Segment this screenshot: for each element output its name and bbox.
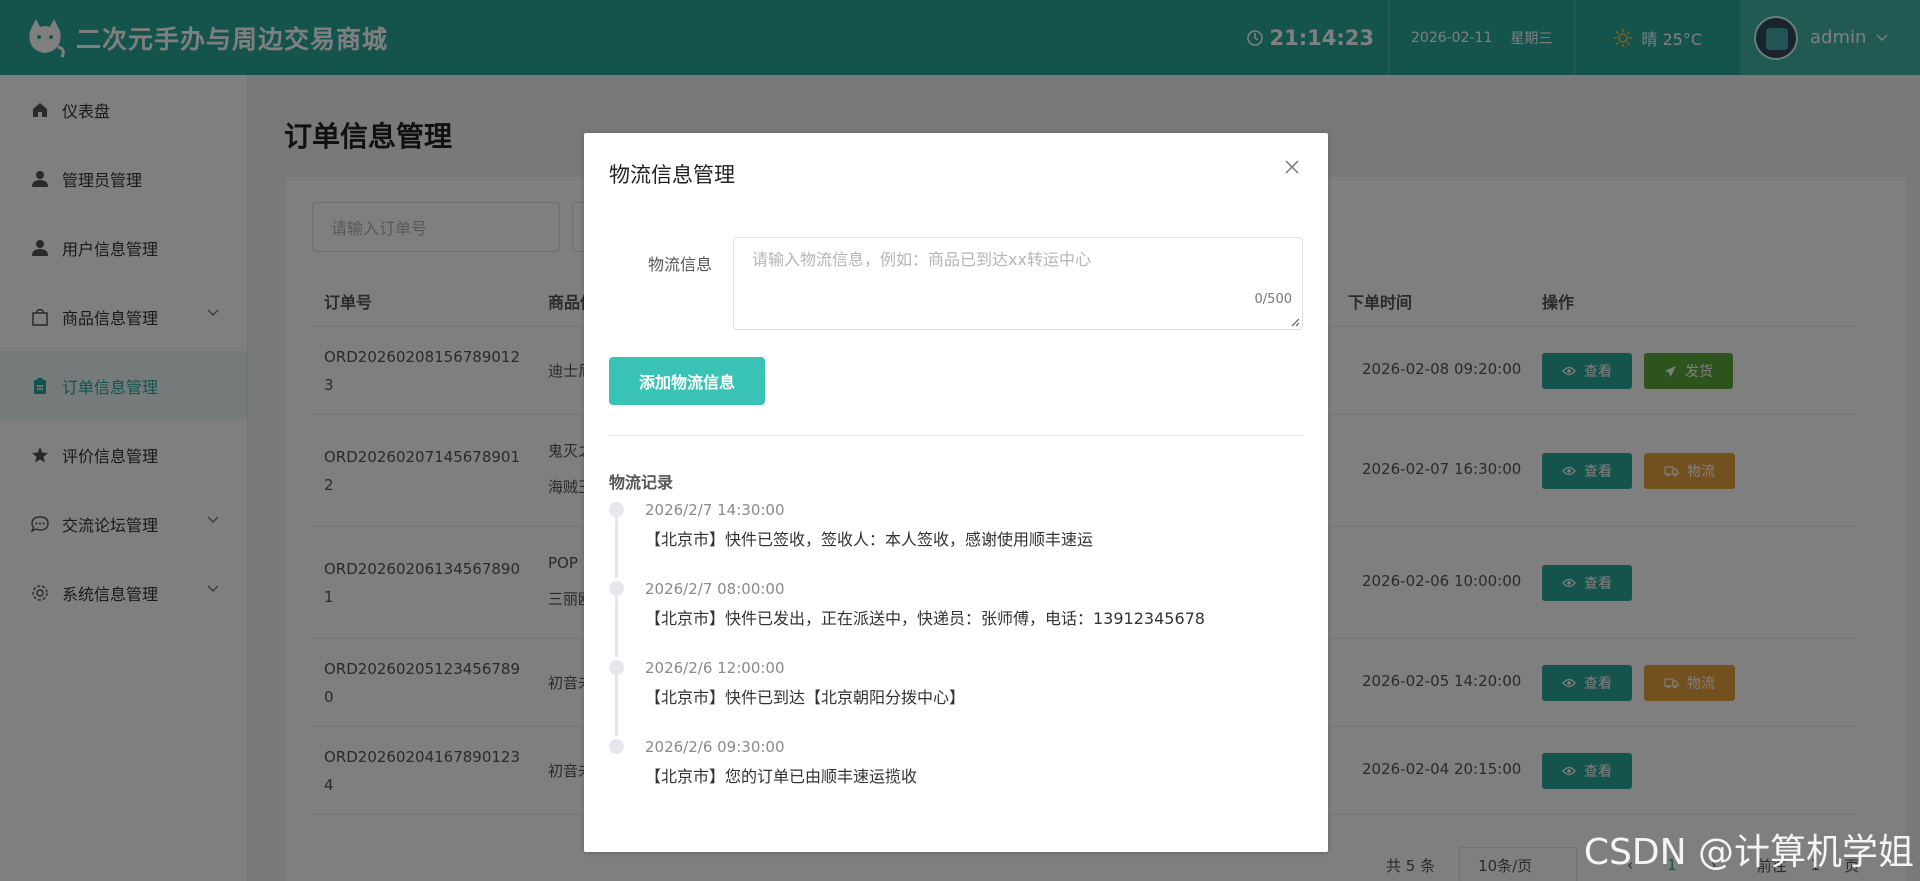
logistics-field-label: 物流信息 (648, 255, 713, 274)
timeline-text: 【北京市】快件已到达【北京朝阳分拨中心】 (645, 688, 966, 707)
logistics-dialog: 物流信息管理 物流信息 请输入物流信息，例如：商品已到达xx转运中心 0/500… (584, 133, 1328, 852)
resize-handle-icon[interactable] (1290, 317, 1300, 327)
timeline-line (615, 517, 618, 578)
add-logistics-button[interactable]: 添加物流信息 (609, 357, 765, 405)
textarea-placeholder: 请输入物流信息，例如：商品已到达xx转运中心 (752, 250, 1091, 269)
timeline-dot (609, 739, 624, 754)
timeline-text: 【北京市】快件已发出，正在派送中，快递员：张师傅，电话：13912345678 (645, 609, 1205, 628)
divider (609, 435, 1303, 436)
timeline-item: 2026/2/6 09:30:00 【北京市】您的订单已由顺丰速运揽收 (609, 736, 1303, 815)
dialog-title: 物流信息管理 (609, 163, 735, 187)
timeline-text: 【北京市】快件已签收，签收人：本人签收，感谢使用顺丰速运 (645, 530, 1094, 549)
timeline-dot (609, 581, 624, 596)
timeline-item: 2026/2/7 08:00:00 【北京市】快件已发出，正在派送中，快递员：张… (609, 578, 1303, 657)
timeline-time: 2026/2/7 08:00:00 (645, 580, 785, 598)
watermark: CSDN @计算机学姐 (1583, 832, 1914, 873)
timeline-text: 【北京市】您的订单已由顺丰速运揽收 (645, 767, 918, 786)
logistics-record-title: 物流记录 (609, 473, 674, 492)
timeline-item: 2026/2/7 14:30:00 【北京市】快件已签收，签收人：本人签收，感谢… (609, 499, 1303, 578)
close-icon[interactable] (1282, 157, 1302, 177)
timeline-line (615, 675, 618, 736)
timeline-item: 2026/2/6 12:00:00 【北京市】快件已到达【北京朝阳分拨中心】 (609, 657, 1303, 736)
timeline-time: 2026/2/6 09:30:00 (645, 738, 785, 756)
logistics-timeline: 2026/2/7 14:30:00 【北京市】快件已签收，签收人：本人签收，感谢… (609, 499, 1303, 815)
timeline-dot (609, 660, 624, 675)
timeline-time: 2026/2/6 12:00:00 (645, 659, 785, 677)
logistics-textarea[interactable]: 请输入物流信息，例如：商品已到达xx转运中心 0/500 (733, 237, 1303, 330)
timeline-time: 2026/2/7 14:30:00 (645, 501, 785, 519)
char-counter: 0/500 (1254, 292, 1292, 307)
timeline-dot (609, 502, 624, 517)
timeline-line (615, 596, 618, 657)
